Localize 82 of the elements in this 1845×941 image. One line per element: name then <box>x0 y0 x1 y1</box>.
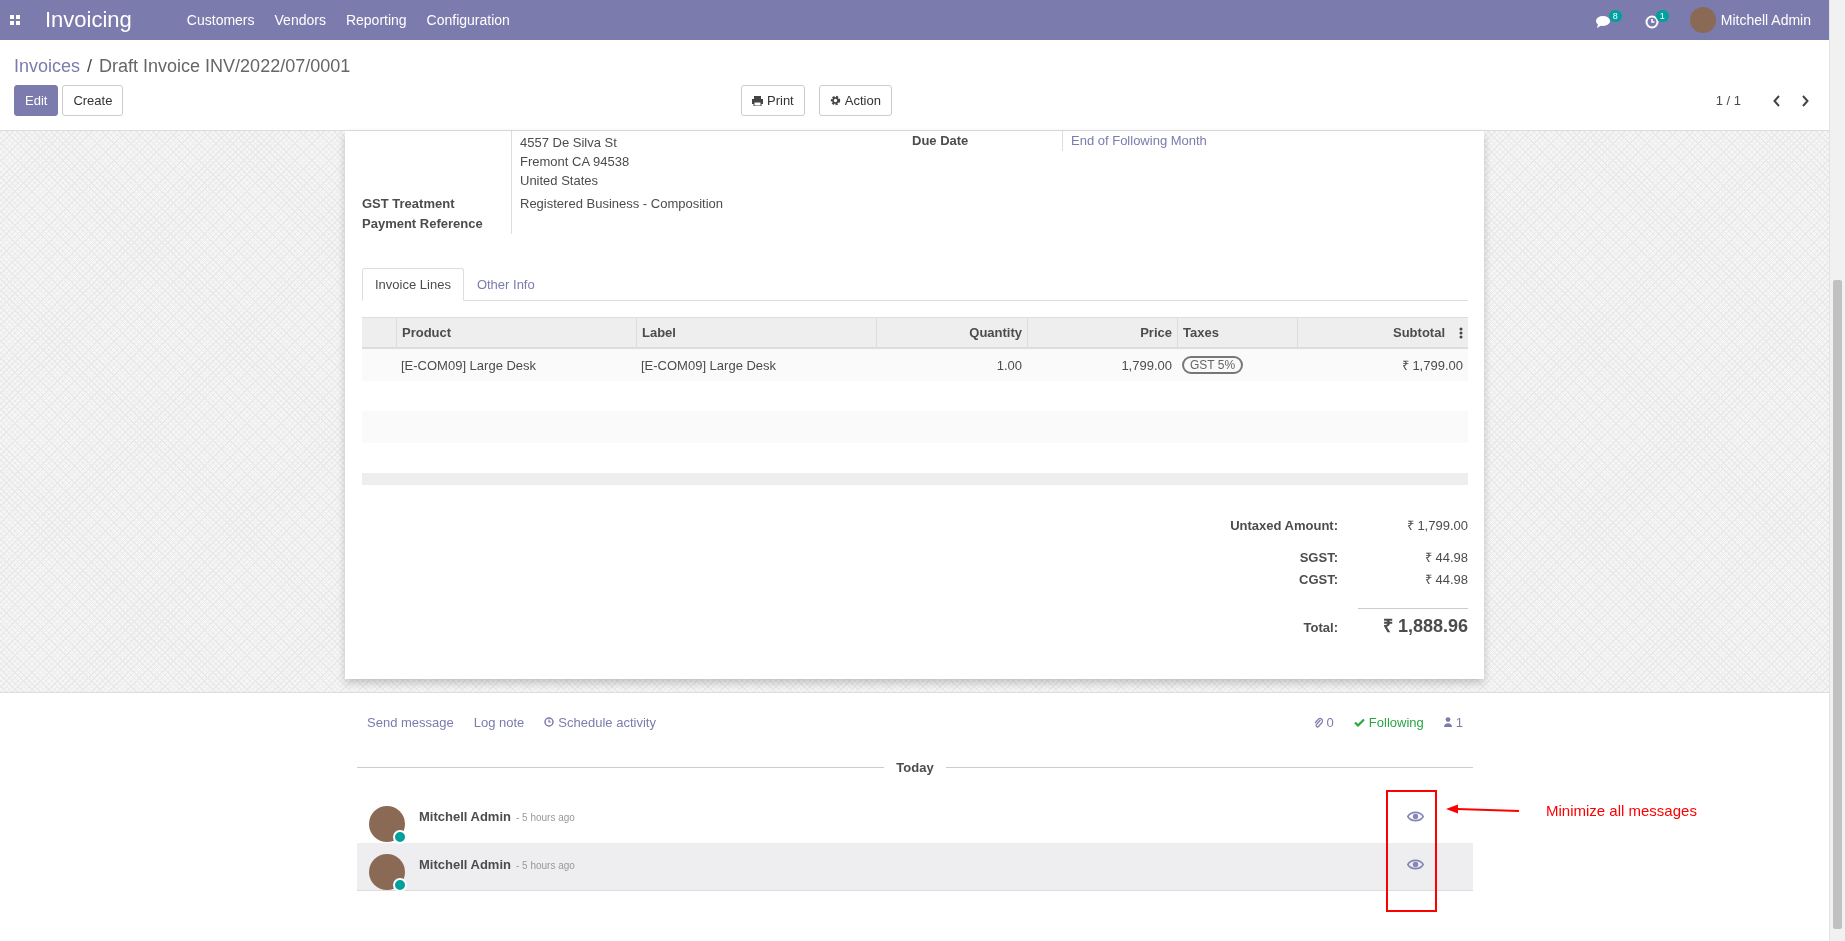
print-button[interactable]: Print <box>741 85 805 116</box>
tab[interactable]: Invoice Lines <box>362 268 464 301</box>
gear-icon <box>829 95 841 106</box>
kebab-menu-icon <box>1459 326 1463 339</box>
table-cell-text: [E-COM09] Large Desk <box>640 356 778 375</box>
field-value-link[interactable]: End of Following Month <box>1071 133 1207 148</box>
field-label: Due Date <box>912 132 970 150</box>
total-label: Total: <box>1302 620 1338 635</box>
address-line: 4557 De Silva St <box>520 134 618 152</box>
table-cell-text: 1.00 <box>995 356 1023 375</box>
schedule-activity-link[interactable]: Schedule activity <box>544 714 656 730</box>
field-label: GST Treatment <box>362 194 512 214</box>
action-button[interactable]: Action <box>818 85 892 116</box>
clock-icon <box>544 717 555 727</box>
messages-button[interactable]: 8 <box>1593 7 1624 33</box>
table-cell-text: ₹ 1,799.00 <box>1400 357 1464 375</box>
scrollbar[interactable] <box>1829 0 1845 941</box>
app-name[interactable]: Invoicing <box>45 7 132 33</box>
eye-icon <box>1407 859 1424 870</box>
column-header[interactable]: Product <box>396 318 636 347</box>
address-line: Fremont CA 94538 <box>520 153 630 171</box>
avatar-icon <box>369 806 405 842</box>
breadcrumb-separator: / <box>87 55 93 77</box>
chevron-right-icon <box>1801 95 1809 108</box>
user-menu[interactable]: Mitchell Admin <box>1689 7 1811 33</box>
followers-button[interactable]: 1 <box>1443 714 1463 730</box>
eye-button[interactable] <box>1407 859 1424 870</box>
date-separator: Today <box>895 760 935 775</box>
column-header[interactable]: Quantity <box>876 318 1027 347</box>
chatter-link[interactable]: Log note <box>473 714 525 730</box>
eye-icon <box>1407 811 1424 822</box>
total-value: ₹ 1,888.96 <box>1358 608 1468 637</box>
attachments-button[interactable]: 0 <box>1313 714 1334 730</box>
column-header[interactable]: Subtotal <box>1297 318 1468 347</box>
total-label: Untaxed Amount: <box>1229 518 1338 533</box>
message[interactable]: Mitchell Admin - 5 hours ago <box>357 843 1473 891</box>
count-badge: 1 <box>1655 10 1669 22</box>
table-cell-text: [E-COM09] Large Desk <box>400 356 538 375</box>
menu-item[interactable]: Vendors <box>274 12 326 28</box>
message-author: Mitchell Admin <box>419 857 511 872</box>
clock-icon <box>1644 15 1659 29</box>
total-value: ₹ 44.98 <box>1423 549 1468 566</box>
column-header[interactable]: Label <box>636 318 876 347</box>
avatar-icon <box>1689 7 1716 33</box>
count-badge: 8 <box>1608 10 1622 22</box>
table-cell-text: 1,799.00 <box>1120 356 1173 375</box>
address-line: United States <box>520 172 600 190</box>
tab[interactable]: Other Info <box>463 268 548 301</box>
menu-item[interactable]: Configuration <box>426 12 510 28</box>
menu-item[interactable]: Reporting <box>345 12 407 28</box>
chat-bubbles-icon <box>1595 15 1612 29</box>
activities-button[interactable]: 1 <box>1642 7 1671 33</box>
avatar-icon <box>369 854 405 890</box>
pager-value: 1 / 1 <box>1715 93 1741 108</box>
message-author: Mitchell Admin <box>419 809 511 824</box>
total-value: ₹ 1,799.00 <box>1405 517 1468 534</box>
eye-button[interactable] <box>1407 811 1424 822</box>
chevron-left-icon <box>1773 95 1781 108</box>
following-button[interactable]: Following <box>1353 714 1424 730</box>
field-label: Payment Reference <box>362 214 512 234</box>
message-time: - 5 hours ago <box>515 812 575 823</box>
menu-item[interactable]: Customers <box>186 12 255 28</box>
chatter-link[interactable]: Send message <box>367 714 454 730</box>
check-icon <box>1353 717 1365 727</box>
scrollbar-thumb[interactable] <box>1833 280 1842 929</box>
column-header[interactable]: Price <box>1027 318 1177 347</box>
field-value: Registered Business - Composition <box>520 196 724 211</box>
total-label: CGST: <box>1298 572 1338 587</box>
message-time: - 5 hours ago <box>515 860 575 871</box>
printer-icon <box>752 95 763 106</box>
person-icon <box>1443 717 1452 727</box>
paperclip-icon <box>1313 716 1323 728</box>
total-label: SGST: <box>1298 550 1338 565</box>
edit-button[interactable]: Edit <box>14 85 59 116</box>
total-value: ₹ 44.98 <box>1423 571 1468 588</box>
tax-tag: GST 5% <box>1182 356 1244 374</box>
column-header[interactable]: Taxes <box>1177 318 1297 347</box>
create-button[interactable]: Create <box>62 85 124 116</box>
apps-grid-icon <box>10 15 20 25</box>
breadcrumb-current: Draft Invoice INV/2022/07/0001 <box>99 55 351 77</box>
breadcrumb-link[interactable]: Invoices <box>14 55 81 77</box>
annotation-text: Minimize all messages <box>1546 802 1697 819</box>
